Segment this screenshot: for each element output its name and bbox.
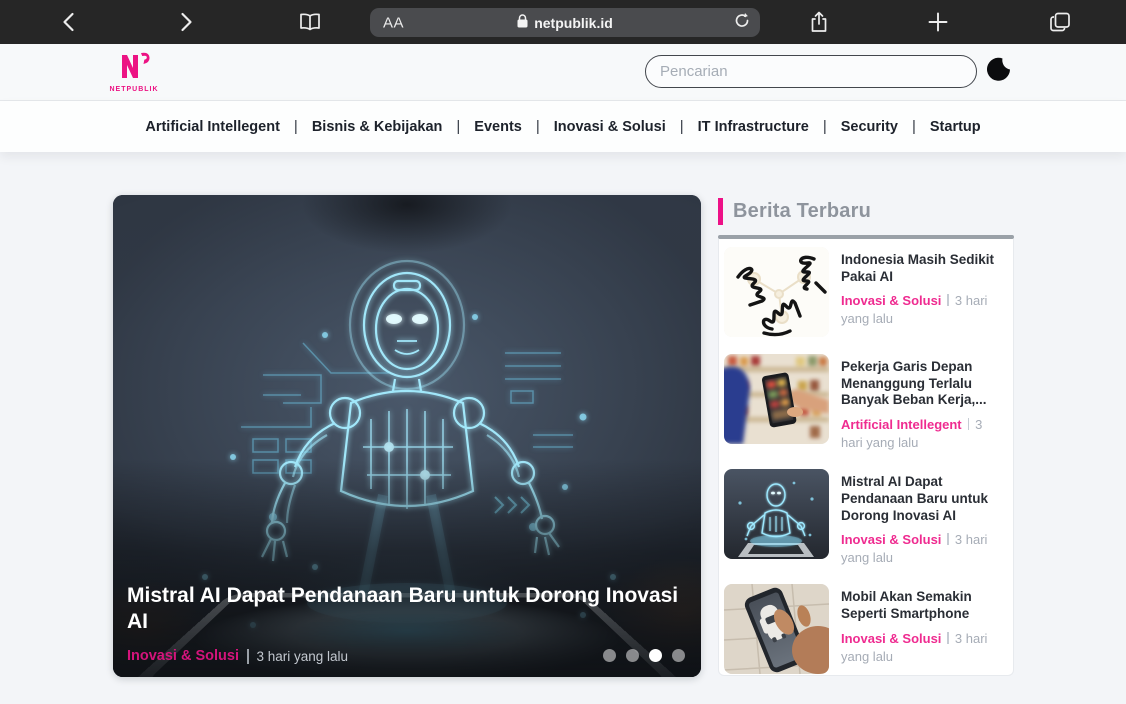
browser-toolbar: AA netpublik.id: [0, 0, 1126, 44]
hero-category-link[interactable]: Inovasi & Solusi: [127, 648, 239, 664]
new-tab-button[interactable]: [929, 13, 948, 32]
share-icon: [810, 11, 828, 33]
nav-item-inovasi-solusi[interactable]: Inovasi & Solusi: [540, 119, 680, 135]
sidebar-news-list: Indonesia Masih Sedikit Pakai AI Inovasi…: [718, 239, 1014, 676]
address-bar[interactable]: AA netpublik.id: [370, 8, 760, 37]
hero-meta: Inovasi & Solusi 3 hari yang lalu: [127, 648, 348, 664]
news-item-category-link[interactable]: Inovasi & Solusi: [841, 631, 941, 646]
reload-button[interactable]: [734, 12, 750, 34]
robot-hologram-thumbnail: [724, 469, 829, 559]
carousel-dot-4[interactable]: [672, 649, 685, 662]
meta-divider: [947, 294, 949, 306]
nav-item-bisnis-kebijakan[interactable]: Bisnis & Kebijakan: [298, 119, 457, 135]
share-button[interactable]: [810, 11, 828, 33]
hero-title[interactable]: Mistral AI Dapat Pendanaan Baru untuk Do…: [127, 583, 691, 635]
meta-divider: [968, 418, 970, 430]
open-book-icon: [299, 13, 321, 31]
news-item-title[interactable]: Mobil Akan Semakin Seperti Smartphone: [841, 589, 1004, 622]
forward-button[interactable]: [181, 12, 194, 32]
doodle-hands-thumbnail: [724, 247, 829, 337]
meta-divider: [247, 649, 249, 664]
news-item-meta: Inovasi & Solusi3 hari yang lalu: [841, 292, 1004, 328]
site-header: NETPUBLIK: [0, 44, 1126, 101]
news-item-meta: Inovasi & Solusi3 hari yang lalu: [841, 630, 1004, 666]
news-item-category-link[interactable]: Artificial Intellegent: [841, 417, 962, 432]
news-item-meta: Inovasi & Solusi3 hari yang lalu: [841, 531, 1004, 567]
carousel-dots: [603, 649, 685, 662]
news-item-text: Mistral AI Dapat Pendanaan Baru untuk Do…: [841, 469, 1007, 567]
news-item-text: Mobil Akan Semakin Seperti Smartphone In…: [841, 584, 1007, 674]
meta-divider: [947, 533, 949, 545]
news-item-text: Indonesia Masih Sedikit Pakai AI Inovasi…: [841, 247, 1007, 337]
meta-divider: [947, 632, 949, 644]
bookmarks-button[interactable]: [299, 13, 321, 31]
chevron-left-icon: [62, 12, 75, 32]
carousel-dot-1[interactable]: [603, 649, 616, 662]
news-item-title[interactable]: Mistral AI Dapat Pendanaan Baru untuk Do…: [841, 474, 1004, 524]
plus-icon: [929, 13, 948, 32]
news-list-item[interactable]: Pekerja Garis Depan Menanggung Terlalu B…: [724, 354, 1007, 452]
sidebar-header: Berita Terbaru: [718, 196, 1014, 226]
accent-bar: [718, 198, 723, 225]
nav-item-it-infrastructure[interactable]: IT Infrastructure: [684, 119, 823, 135]
moon-icon: [986, 69, 1012, 86]
store-phone-thumbnail: [724, 354, 829, 444]
nav-item-startup[interactable]: Startup: [916, 119, 995, 135]
nav-item-artificial-intellegent[interactable]: Artificial Intellegent: [131, 119, 294, 135]
back-button[interactable]: [62, 12, 75, 32]
category-nav: Artificial Intellegent | Bisnis & Kebija…: [0, 101, 1126, 152]
news-item-title[interactable]: Pekerja Garis Depan Menanggung Terlalu B…: [841, 359, 1004, 409]
news-item-category-link[interactable]: Inovasi & Solusi: [841, 293, 941, 308]
tabs-button[interactable]: [1050, 12, 1071, 32]
logo-monogram-icon: [116, 67, 152, 84]
url-text: netpublik.id: [534, 15, 613, 31]
news-item-meta: Artificial Intellegent3 hari yang lalu: [841, 416, 1004, 452]
logo-wordmark: NETPUBLIK: [108, 86, 160, 93]
phone-car-thumbnail: [724, 584, 829, 674]
search-input[interactable]: [645, 55, 977, 88]
hero-article-card[interactable]: Mistral AI Dapat Pendanaan Baru untuk Do…: [113, 195, 701, 677]
news-item-text: Pekerja Garis Depan Menanggung Terlalu B…: [841, 354, 1007, 452]
carousel-dot-2[interactable]: [626, 649, 639, 662]
sidebar-title: Berita Terbaru: [733, 200, 871, 223]
carousel-dot-3-active[interactable]: [649, 649, 662, 662]
news-list-item[interactable]: Mistral AI Dapat Pendanaan Baru untuk Do…: [724, 469, 1007, 567]
tabs-icon: [1050, 12, 1071, 32]
news-list-item[interactable]: Mobil Akan Semakin Seperti Smartphone In…: [724, 584, 1007, 674]
news-item-title[interactable]: Indonesia Masih Sedikit Pakai AI: [841, 252, 1004, 285]
news-list-item[interactable]: Indonesia Masih Sedikit Pakai AI Inovasi…: [724, 247, 1007, 337]
lock-icon: [517, 14, 528, 31]
chevron-right-icon: [181, 12, 194, 32]
news-item-category-link[interactable]: Inovasi & Solusi: [841, 532, 941, 547]
dark-mode-toggle[interactable]: [986, 56, 1012, 82]
site-logo[interactable]: NETPUBLIK: [108, 52, 160, 93]
nav-item-security[interactable]: Security: [827, 119, 912, 135]
nav-item-events[interactable]: Events: [460, 119, 536, 135]
hero-timestamp: 3 hari yang lalu: [257, 649, 349, 664]
latest-news-sidebar: Berita Terbaru Ind: [718, 196, 1014, 676]
